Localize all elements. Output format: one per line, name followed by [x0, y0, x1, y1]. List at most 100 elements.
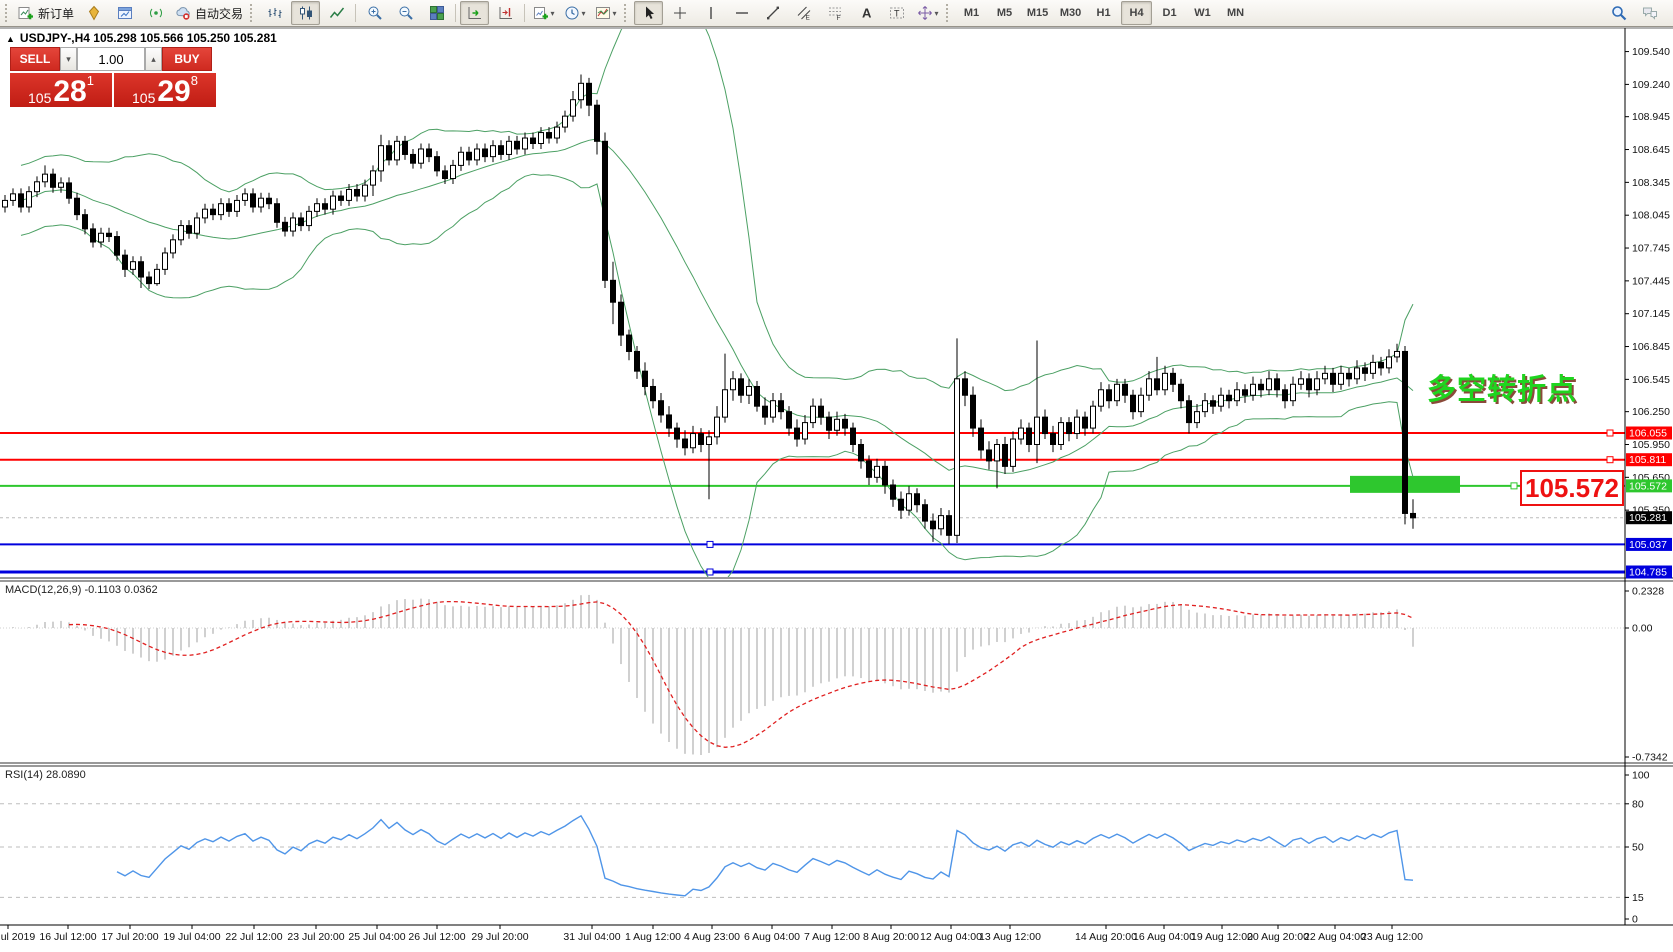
- arrows-button[interactable]: ▾: [913, 1, 942, 25]
- dropdown-arrow-icon[interactable]: ▾: [935, 9, 939, 18]
- price-axis[interactable]: 109.540109.240108.945108.645108.345108.0…: [1625, 46, 1672, 925]
- svg-text:104.785: 104.785: [1629, 567, 1667, 579]
- text-icon: A: [858, 5, 874, 21]
- candle: [227, 204, 232, 212]
- zoom-out-button[interactable]: [391, 1, 420, 25]
- search-button[interactable]: [1604, 1, 1633, 25]
- chart-canvas[interactable]: 109.540109.240108.945108.645108.345108.0…: [0, 0, 1673, 952]
- candle: [915, 494, 920, 505]
- vertical-line-button[interactable]: [696, 1, 725, 25]
- chat-button[interactable]: [1635, 1, 1664, 25]
- candle: [971, 395, 976, 428]
- templates-button[interactable]: ▾: [591, 1, 620, 25]
- horizontal-line-button[interactable]: [727, 1, 756, 25]
- market-watch-button[interactable]: [79, 1, 108, 25]
- candle: [27, 192, 32, 207]
- sell-button[interactable]: SELL: [10, 47, 60, 71]
- candle: [331, 196, 336, 209]
- turning-point-annotation[interactable]: 多空转折点: [1427, 366, 1577, 408]
- new-order-button-label: 新订单: [38, 5, 74, 22]
- timeframe-button-d1[interactable]: D1: [1154, 1, 1185, 25]
- candle: [1299, 379, 1304, 384]
- line-marker[interactable]: [1607, 457, 1613, 463]
- volume-increase-button[interactable]: ▴: [145, 47, 162, 71]
- line-marker[interactable]: [707, 569, 713, 575]
- candle: [1179, 384, 1184, 400]
- data-window-button[interactable]: [110, 1, 139, 25]
- periodicity-button[interactable]: ▾: [560, 1, 589, 25]
- buy-button[interactable]: BUY: [162, 47, 212, 71]
- zoom-in-icon: [367, 5, 383, 21]
- candle: [1387, 357, 1392, 368]
- auto-trading-button[interactable]: 自动交易: [172, 1, 246, 25]
- candlestick-chart-button[interactable]: [291, 1, 320, 25]
- svg-text:6 Aug 04:00: 6 Aug 04:00: [744, 931, 800, 943]
- price-callout-label[interactable]: 105.572: [1520, 470, 1624, 506]
- volume-decrease-button[interactable]: ▾: [60, 47, 77, 71]
- candle: [1315, 379, 1320, 390]
- dropdown-arrow-icon[interactable]: ▾: [613, 9, 617, 18]
- svg-text:100: 100: [1632, 770, 1650, 782]
- candle: [1195, 412, 1200, 423]
- candle: [379, 146, 384, 171]
- dropdown-arrow-icon[interactable]: ▾: [582, 9, 586, 18]
- equidistant-channel-button[interactable]: E: [789, 1, 818, 25]
- timeframe-button-m5[interactable]: M5: [989, 1, 1020, 25]
- candle: [235, 200, 240, 211]
- bar-chart-button[interactable]: [260, 1, 289, 25]
- candle: [195, 218, 200, 233]
- candle: [1131, 395, 1136, 411]
- timeframe-button-h1[interactable]: H1: [1088, 1, 1119, 25]
- new-chart-button[interactable]: ▾: [529, 1, 558, 25]
- crosshair-button[interactable]: [665, 1, 694, 25]
- auto-scroll-button[interactable]: [460, 1, 489, 25]
- line-marker[interactable]: [1511, 483, 1517, 489]
- candles-layer: [3, 75, 1416, 545]
- collapse-icon[interactable]: ▲: [6, 34, 15, 44]
- candle: [1219, 395, 1224, 406]
- chart-shift-button[interactable]: [491, 1, 520, 25]
- buy-price[interactable]: 105298: [114, 73, 216, 107]
- timeframe-button-h4[interactable]: H4: [1121, 1, 1152, 25]
- candle: [1339, 373, 1344, 384]
- new-order-button[interactable]: 新订单: [15, 1, 77, 25]
- tile-windows-button[interactable]: [422, 1, 451, 25]
- svg-text:16 Jul 12:00: 16 Jul 12:00: [39, 931, 96, 943]
- svg-text:7 Aug 12:00: 7 Aug 12:00: [804, 931, 860, 943]
- timeframe-button-w1[interactable]: W1: [1187, 1, 1218, 25]
- text-button[interactable]: A: [851, 1, 880, 25]
- text-label-button[interactable]: T: [882, 1, 911, 25]
- candle: [539, 133, 544, 144]
- line-chart-button[interactable]: [322, 1, 351, 25]
- triangle-up-icon: ▴: [151, 54, 156, 64]
- zoom-in-button[interactable]: [360, 1, 389, 25]
- candle: [963, 379, 968, 395]
- dropdown-arrow-icon[interactable]: ▾: [551, 9, 555, 18]
- volume-input[interactable]: [77, 47, 145, 71]
- candle: [1259, 384, 1264, 389]
- svg-text:105.037: 105.037: [1629, 539, 1667, 551]
- candle: [83, 215, 88, 229]
- candle: [907, 494, 912, 510]
- candle: [947, 516, 952, 536]
- signal-icon: [148, 5, 164, 21]
- signals-button[interactable]: [141, 1, 170, 25]
- fibonacci-button[interactable]: F: [820, 1, 849, 25]
- window-icon: [117, 5, 133, 21]
- time-axis[interactable]: 15 Jul 201916 Jul 12:0017 Jul 20:0019 Ju…: [0, 925, 1423, 943]
- sell-price[interactable]: 105281: [10, 73, 112, 107]
- template-icon: [595, 5, 611, 21]
- timeframe-button-mn[interactable]: MN: [1220, 1, 1251, 25]
- line-marker[interactable]: [1607, 430, 1613, 436]
- timeframe-button-m30[interactable]: M30: [1055, 1, 1086, 25]
- cursor-button[interactable]: [634, 1, 663, 25]
- trendline-button[interactable]: [758, 1, 787, 25]
- timeframe-button-m15[interactable]: M15: [1022, 1, 1053, 25]
- candle: [179, 226, 184, 240]
- candle: [363, 185, 368, 196]
- arrows-icon: [917, 5, 933, 21]
- candle: [107, 233, 112, 236]
- line-marker[interactable]: [707, 541, 713, 547]
- candle: [1011, 439, 1016, 466]
- timeframe-button-m1[interactable]: M1: [956, 1, 987, 25]
